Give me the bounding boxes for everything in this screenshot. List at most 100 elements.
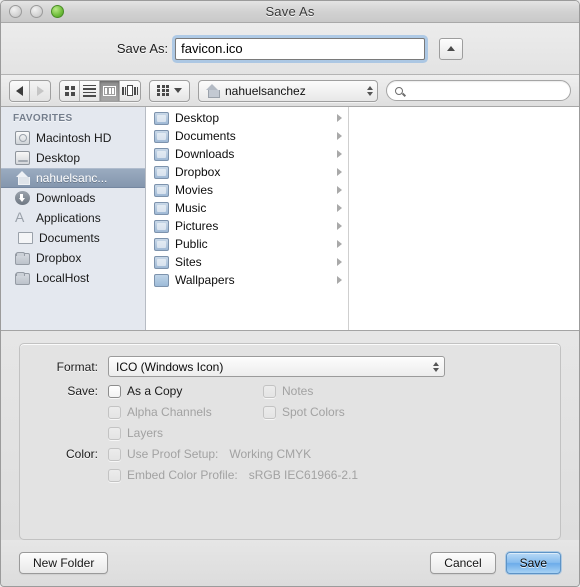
checkbox-alpha-channels[interactable]: Alpha Channels [108,405,263,419]
forward-button[interactable] [30,80,50,101]
save-as-input[interactable] [175,37,426,60]
sidebar-item-desktop[interactable]: Desktop [1,148,145,168]
file-row[interactable]: Desktop [146,109,348,127]
checkbox-box[interactable] [108,384,121,398]
zoom-button[interactable] [51,5,64,18]
home-icon [205,83,220,98]
grid-icon [64,85,75,96]
checkbox-box[interactable] [108,426,121,440]
icon-view-button[interactable] [60,80,81,101]
expand-browser-button[interactable] [439,37,464,60]
action-buttons: Cancel Save [430,552,561,574]
file-row[interactable]: Pictures [146,217,348,235]
triangle-left-icon [16,85,24,96]
sidebar-item-dropbox[interactable]: Dropbox [1,248,145,268]
sidebar-item-label: Downloads [36,191,96,205]
sidebar-item-localhost[interactable]: LocalHost [1,268,145,288]
back-button[interactable] [10,80,31,101]
navigation-buttons [9,79,51,102]
triangle-right-icon[interactable] [337,132,342,140]
checkbox-use-proof-setup[interactable]: Use Proof Setup: Working CMYK [108,447,311,461]
arrange-button[interactable] [149,79,190,102]
location-popup-button[interactable]: nahuelsanchez [198,79,378,102]
options-panel-inner: Format: ICO (Windows Icon) Save: As a Co… [19,343,561,540]
checkbox-label: Use Proof Setup: [127,447,219,461]
sidebar-item-documents[interactable]: Documents [1,228,145,248]
checkbox-embed-color-profile[interactable]: Embed Color Profile: sRGB IEC61966-2.1 [108,468,358,482]
folder-pictures-icon [154,219,169,233]
sidebar-item-label: LocalHost [36,271,90,285]
folder-icon [15,251,30,265]
file-row-label: Wallpapers [175,273,235,287]
arrange-grid-icon [157,85,169,96]
format-select[interactable]: ICO (Windows Icon) [108,356,445,377]
triangle-right-icon[interactable] [337,222,342,230]
sidebar-item-nahuelsanc[interactable]: nahuelsanc... [1,168,145,188]
minimize-button[interactable] [30,5,43,18]
sidebar-item-macintosh-hd[interactable]: Macintosh HD [1,128,145,148]
checkbox-box[interactable] [108,447,121,461]
file-row[interactable]: Sites [146,253,348,271]
file-row-label: Movies [175,183,214,197]
column-view-button[interactable] [100,80,121,101]
file-row-label: Sites [175,255,202,269]
folder-icon [15,271,30,285]
file-row[interactable]: Public [146,235,348,253]
save-as-label: Save As: [116,41,169,56]
new-folder-button[interactable]: New Folder [19,552,109,574]
sidebar-item-label: Applications [36,211,101,225]
file-column-2[interactable] [349,107,579,330]
coverflow-view-button[interactable] [120,80,140,101]
location-label: nahuelsanchez [225,83,306,98]
sidebar-item-applications[interactable]: Applications [1,208,145,228]
save-label: Save: [67,384,98,398]
file-row[interactable]: Dropbox [146,163,348,181]
checkbox-box[interactable] [263,384,276,398]
checkbox-spot-colors[interactable]: Spot Colors [263,405,345,419]
checkbox-layers[interactable]: Layers [108,426,263,440]
triangle-right-icon[interactable] [337,276,342,284]
triangle-right-icon[interactable] [337,186,342,194]
search-input[interactable] [407,83,562,98]
triangle-right-icon[interactable] [337,168,342,176]
close-button[interactable] [9,5,22,18]
save-row-3: Layers [30,426,550,440]
file-row-label: Public [175,237,208,251]
folder-downloads-icon [154,147,169,161]
triangle-right-icon[interactable] [337,240,342,248]
save-row-1: Save: As a Copy Notes [30,384,550,398]
triangle-right-icon[interactable] [337,258,342,266]
cancel-button[interactable]: Cancel [430,552,496,574]
list-view-button[interactable] [80,80,101,101]
file-row[interactable]: Movies [146,181,348,199]
file-row[interactable]: Downloads [146,145,348,163]
checkbox-notes[interactable]: Notes [263,384,313,398]
checkbox-as-a-copy[interactable]: As a Copy [108,384,263,398]
color-profile-value: sRGB IEC61966-2.1 [248,468,359,482]
checkbox-box[interactable] [108,468,121,482]
sidebar: FAVORITES Macintosh HD Desktop nahuelsanc.… [1,107,146,330]
desktop-icon [15,151,30,165]
save-row-2: Alpha Channels Spot Colors [30,405,550,419]
coverflow-icon [122,85,139,96]
title-bar: Save As [1,1,579,23]
sidebar-item-label: Documents [39,231,100,245]
search-field[interactable] [386,80,571,101]
triangle-right-icon[interactable] [337,114,342,122]
folder-dropbox-icon [154,165,169,179]
format-label: Format: [56,359,98,374]
file-row[interactable]: Music [146,199,348,217]
checkbox-box[interactable] [108,405,121,419]
triangle-right-icon[interactable] [337,150,342,158]
file-row[interactable]: Documents [146,127,348,145]
list-icon [83,84,97,97]
triangle-right-icon[interactable] [337,204,342,212]
file-row[interactable]: Wallpapers [146,271,348,289]
checkbox-box[interactable] [263,405,276,419]
save-button[interactable]: Save [505,552,561,574]
file-browser: FAVORITES Macintosh HD Desktop nahuelsanc.… [1,107,579,331]
sidebar-item-downloads[interactable]: Downloads [1,188,145,208]
checkbox-label: Notes [282,384,314,398]
file-column-1[interactable]: Desktop Documents Downloads Dropbox Movies Mu… [146,107,349,330]
checkbox-label: Spot Colors [282,405,345,419]
